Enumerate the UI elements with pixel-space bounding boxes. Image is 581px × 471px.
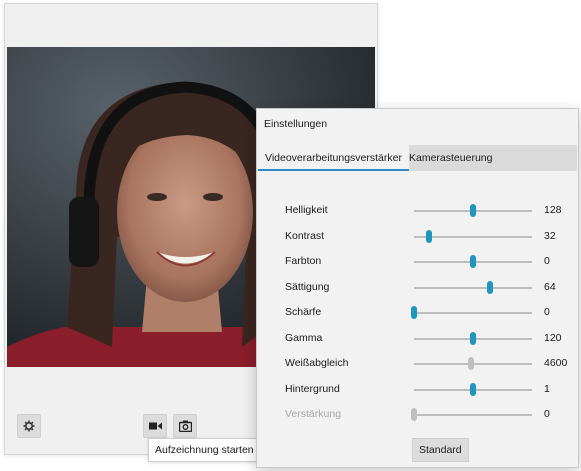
setting-label: Weißabgleich (285, 357, 349, 369)
setting-value: 128 (544, 204, 562, 216)
setting-value: 1 (544, 382, 550, 395)
slider-thumb[interactable] (470, 204, 476, 217)
slider-thumb[interactable] (426, 229, 433, 243)
setting-row: Hintergrund 1 (257, 377, 578, 403)
tab-strip: Videoverarbeitungsverstärker Kamerasteue… (258, 145, 577, 171)
setting-value: 0 (544, 306, 550, 318)
setting-row: Schärfe 0 (257, 300, 578, 326)
setting-value: 64 (544, 280, 556, 293)
setting-row: Sättigung 64 (257, 275, 578, 301)
setting-label: Gamma (285, 331, 323, 344)
setting-label: Helligkeit (285, 204, 328, 216)
gear-icon (23, 420, 35, 432)
setting-row: Gamma 120 (257, 326, 578, 352)
slider-thumb[interactable] (470, 331, 476, 345)
settings-button[interactable] (17, 414, 41, 438)
settings-dialog: Einstellungen Videoverarbeitungsverstärk… (256, 108, 579, 468)
camera-icon (178, 420, 192, 432)
video-camera-icon (148, 422, 162, 430)
setting-label: Hintergrund (285, 382, 340, 395)
record-tooltip: Aufzeichnung starten (148, 438, 261, 462)
tab-video-processing-amp[interactable]: Videoverarbeitungsverstärker (258, 145, 409, 171)
dialog-title: Einstellungen (264, 118, 328, 130)
setting-label: Sättigung (285, 280, 330, 293)
tab-label: Kamerasteuerung (409, 152, 493, 164)
setting-row: Helligkeit 128 (257, 198, 578, 224)
slider-track[interactable] (414, 286, 532, 289)
setting-value: 0 (544, 255, 550, 267)
setting-row: Verstärkung 0 (257, 402, 578, 428)
setting-value: 120 (544, 331, 562, 344)
slider-thumb (411, 408, 417, 421)
slider-thumb[interactable] (470, 382, 476, 396)
setting-row: Farbton 0 (257, 249, 578, 275)
record-video-button[interactable] (143, 414, 167, 438)
setting-row: Weißabgleich 4600 (257, 351, 578, 377)
setting-value: 0 (544, 408, 550, 420)
slider-thumb[interactable] (486, 280, 493, 294)
slider-thumb[interactable] (467, 357, 474, 370)
tab-label: Videoverarbeitungsverstärker (265, 152, 402, 164)
default-button[interactable]: Standard (412, 438, 469, 462)
setting-label: Kontrast (285, 229, 325, 242)
slider-track (414, 414, 532, 416)
active-tab-indicator (258, 169, 409, 171)
slider-track[interactable] (414, 312, 532, 314)
setting-row: Kontrast 32 (257, 224, 578, 250)
setting-label: Verstärkung (285, 408, 342, 420)
tab-camera-control[interactable]: Kamerasteuerung (402, 145, 499, 171)
setting-value: 4600 (544, 357, 568, 369)
setting-label: Farbton (285, 255, 322, 267)
setting-label: Schärfe (285, 306, 322, 318)
slider-thumb[interactable] (470, 255, 476, 268)
take-photo-button[interactable] (173, 414, 197, 438)
slider-thumb[interactable] (411, 306, 417, 319)
setting-value: 32 (544, 229, 556, 242)
